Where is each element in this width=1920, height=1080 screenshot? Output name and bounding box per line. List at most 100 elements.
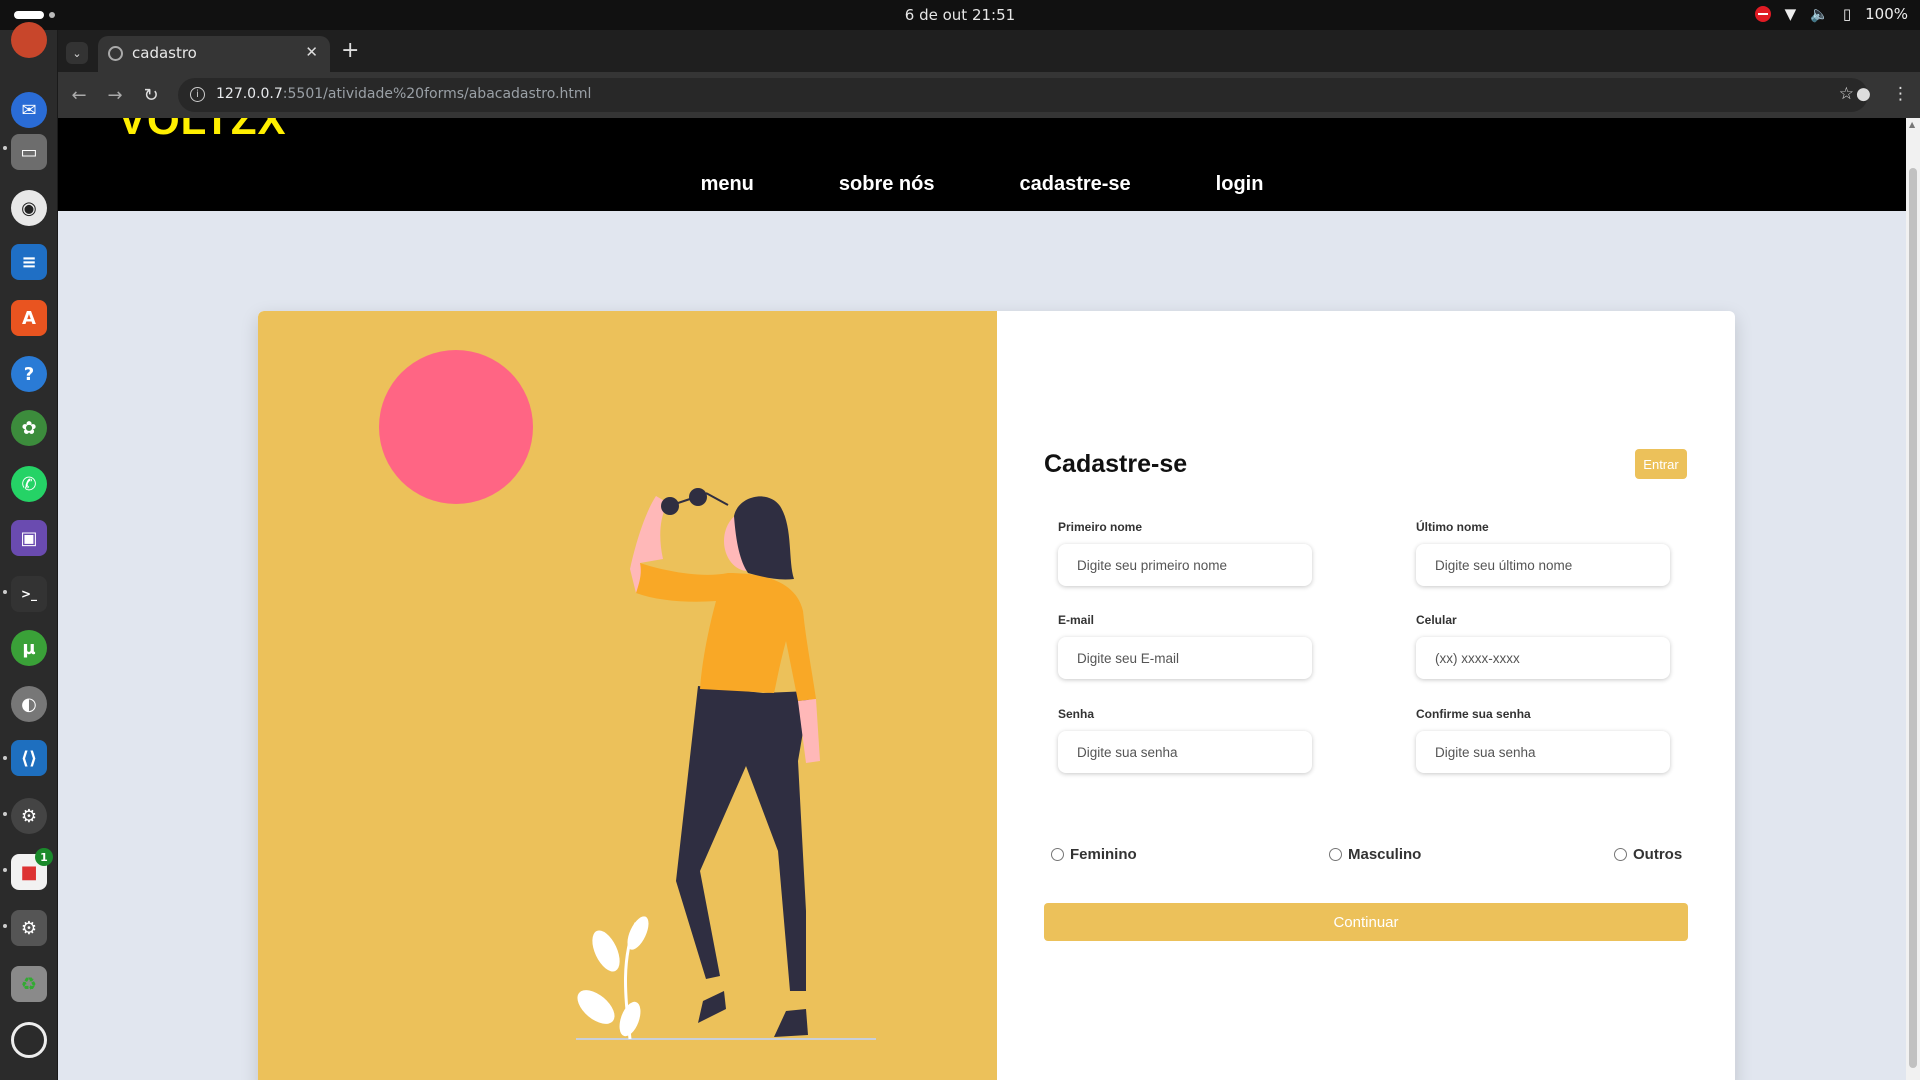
gender-radio-feminino[interactable]: [1051, 848, 1064, 861]
email-input[interactable]: [1058, 637, 1312, 679]
running-indicator: [3, 812, 7, 816]
thunderbird-icon[interactable]: ✉: [11, 92, 47, 128]
sunflower-app-icon[interactable]: ✿: [11, 410, 47, 446]
terminal-icon[interactable]: >_: [11, 576, 47, 612]
battery-percent: 100%: [1865, 5, 1908, 23]
media-app-icon[interactable]: ⚙: [11, 798, 47, 834]
nav-link-login[interactable]: login: [1216, 173, 1264, 196]
form-title: Cadastre-se: [1044, 450, 1188, 478]
gender-label-feminino: Feminino: [1070, 846, 1137, 863]
password-field: Senha: [1058, 707, 1312, 773]
password-input[interactable]: [1058, 731, 1312, 773]
gender-label-masculino: Masculino: [1348, 846, 1422, 863]
software-icon[interactable]: ■ 1: [11, 848, 53, 890]
globe-icon: [108, 46, 123, 61]
writer-icon[interactable]: ≡: [11, 244, 47, 280]
login-button[interactable]: Entrar: [1635, 449, 1687, 479]
address-bar[interactable]: i 127.0.0.7:5501/atividade%20forms/abaca…: [178, 78, 1868, 112]
system-clock[interactable]: 6 de out 21:51: [0, 6, 1920, 24]
phone-field: Celular: [1416, 613, 1670, 679]
gender-radio-masculino[interactable]: [1329, 848, 1342, 861]
running-indicator: [3, 924, 7, 928]
disk-icon[interactable]: ◐: [11, 686, 47, 722]
plant-illustration: [577, 916, 649, 1040]
signup-card: Cadastre-se Entrar Primeiro nome Último …: [258, 311, 1735, 1080]
site-info-icon[interactable]: i: [190, 87, 205, 102]
tab-cadastro[interactable]: cadastro ✕: [98, 36, 330, 72]
first-name-input[interactable]: [1058, 544, 1312, 586]
vscode-icon[interactable]: ⟨⟩: [11, 740, 47, 776]
gender-label-outros: Outros: [1633, 846, 1683, 863]
last-name-label: Último nome: [1416, 520, 1489, 534]
gender-radio-outros[interactable]: [1614, 848, 1627, 861]
email-label: E-mail: [1058, 613, 1095, 627]
last-name-input[interactable]: [1416, 544, 1670, 586]
browser-toolbar: ← → ↻ i 127.0.0.7:5501/atividade%20forms…: [58, 72, 1920, 118]
system-top-bar: 6 de out 21:51 ▼ 🔈 ▯ 100%: [0, 0, 1920, 30]
tab-search-button[interactable]: ⌄: [66, 42, 88, 64]
profile-icon[interactable]: ●: [1856, 84, 1871, 104]
scrollbar-thumb[interactable]: [1909, 168, 1917, 1068]
settings-icon[interactable]: ⚙: [11, 910, 47, 946]
confirm-password-input[interactable]: [1416, 731, 1670, 773]
rhythmbox-icon[interactable]: ◉: [11, 190, 47, 226]
running-indicator: [3, 146, 7, 150]
continue-button[interactable]: Continuar: [1044, 903, 1688, 941]
forward-button[interactable]: →: [102, 82, 128, 108]
volume-icon: 🔈: [1810, 5, 1829, 23]
bookmark-star-icon[interactable]: ☆: [1839, 84, 1854, 104]
nav-link-menu[interactable]: menu: [701, 173, 754, 196]
url-path: :5501/atividade%20forms/abacadastro.html: [282, 86, 592, 102]
files-icon[interactable]: ▭: [11, 134, 47, 170]
last-name-field: Último nome: [1416, 520, 1670, 586]
phone-input[interactable]: [1416, 637, 1670, 679]
do-not-disturb-icon: [1754, 6, 1771, 22]
site-header: VOLTZX menu sobre nós cadastre-se login: [58, 118, 1906, 211]
app-center-icon[interactable]: A: [11, 300, 47, 336]
confirm-password-field: Confirme sua senha: [1416, 707, 1670, 773]
running-indicator: [3, 590, 7, 594]
site-nav: menu sobre nós cadastre-se login: [58, 173, 1906, 196]
url-text[interactable]: 127.0.0.7:5501/atividade%20forms/abacada…: [216, 86, 591, 102]
gender-option-masculino[interactable]: Masculino: [1329, 846, 1421, 863]
battery-icon: ▯: [1842, 5, 1852, 23]
nav-link-cadastre-se[interactable]: cadastre-se: [1019, 173, 1130, 196]
back-button[interactable]: ←: [66, 82, 92, 108]
running-indicator: [3, 868, 7, 872]
illustration-panel: [258, 311, 997, 1080]
gender-option-outros[interactable]: Outros: [1614, 846, 1682, 863]
notification-badge: 1: [35, 848, 53, 866]
first-name-field: Primeiro nome: [1058, 520, 1312, 586]
url-host: 127.0.0.7: [216, 86, 283, 102]
sun-circle: [379, 350, 533, 504]
trash-icon[interactable]: ♻: [11, 966, 47, 1002]
reload-button[interactable]: ↻: [138, 82, 164, 108]
tab-title: cadastro: [132, 44, 197, 62]
phone-label: Celular: [1416, 613, 1457, 627]
close-tab-icon[interactable]: ✕: [305, 43, 318, 61]
running-indicator: [3, 756, 7, 760]
firefox-icon[interactable]: [11, 22, 47, 58]
show-apps-icon[interactable]: [11, 1022, 47, 1058]
first-name-label: Primeiro nome: [1058, 520, 1143, 534]
nav-link-sobre-nos[interactable]: sobre nós: [839, 173, 935, 196]
utorrent-icon[interactable]: µ: [11, 630, 47, 666]
email-field: E-mail: [1058, 613, 1312, 679]
help-icon[interactable]: ?: [11, 356, 47, 392]
browser-window: ⌄ cadastro ✕ + ← → ↻ i 127.0.0.7:5501/at…: [58, 30, 1920, 1080]
browser-menu-icon[interactable]: ⋮: [1892, 84, 1909, 104]
signup-form: Cadastre-se Entrar Primeiro nome Último …: [997, 311, 1735, 1080]
system-tray[interactable]: ▼ 🔈 ▯ 100%: [1754, 5, 1908, 23]
whatsapp-icon[interactable]: ✆: [11, 466, 47, 502]
page-viewport: VOLTZX menu sobre nós cadastre-se login: [58, 118, 1920, 1080]
remote-desktop-icon[interactable]: ▣: [11, 520, 47, 556]
app-dock: ✉ ▭ ◉ ≡ A ? ✿ ✆ ▣ >_ µ ◐ ⟨⟩ ⚙ ■ 1 ⚙ ♻: [0, 22, 58, 1080]
woman-illustration: [379, 350, 876, 1040]
site-logo[interactable]: VOLTZX: [118, 118, 287, 144]
confirm-password-label: Confirme sua senha: [1416, 707, 1531, 721]
scroll-up-arrow-icon[interactable]: ▲: [1909, 120, 1915, 129]
page-scrollbar[interactable]: ▲: [1906, 118, 1920, 1080]
new-tab-button[interactable]: +: [341, 38, 359, 63]
gender-option-feminino[interactable]: Feminino: [1051, 846, 1137, 863]
tab-strip: ⌄ cadastro ✕ +: [58, 30, 1920, 72]
